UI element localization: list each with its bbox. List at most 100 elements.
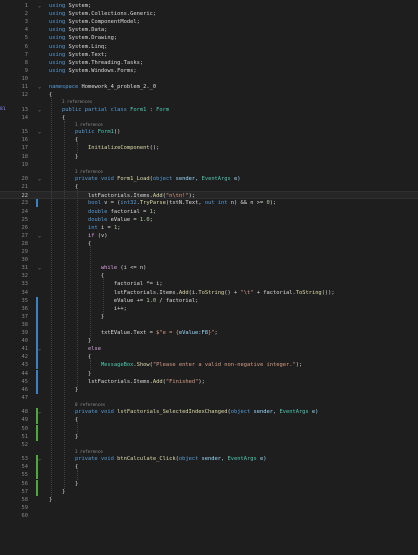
code-text[interactable]: }: [49, 337, 91, 345]
fold-chevron-icon[interactable]: ⌄: [38, 83, 44, 91]
code-text[interactable]: private void Form1_Load(object sender, E…: [49, 175, 241, 183]
code-line[interactable]: 41 ⌄ else: [0, 345, 418, 354]
code-text[interactable]: using System.Linq;: [49, 43, 107, 51]
code-line[interactable]: 31 ⌄ while (i <= n): [0, 264, 418, 272]
code-line[interactable]: 9 using System.Windows.Forms;: [0, 67, 418, 75]
code-line[interactable]: 36 i++;: [0, 304, 418, 313]
code-text[interactable]: using System.Windows.Forms;: [49, 67, 137, 75]
code-line[interactable]: 38: [0, 320, 418, 329]
code-line[interactable]: 21 {: [0, 183, 418, 191]
code-text[interactable]: using System.Text;: [49, 51, 107, 59]
code-editor[interactable]: 1 ⌄ using System; 2 using System.Collections…: [0, 0, 418, 555]
code-text[interactable]: using System.Data;: [49, 26, 107, 34]
code-line[interactable]: 48 ⌄ private void lstFactorials_SelectedI…: [0, 408, 418, 417]
code-line[interactable]: 15 ⌄ public Form1(): [0, 128, 418, 136]
code-text[interactable]: factorial *= i;: [49, 280, 163, 288]
code-line[interactable]: 81 13 ⌄ public partial class Form1 : Form: [0, 106, 418, 114]
code-line[interactable]: 60: [0, 512, 418, 520]
code-line[interactable]: 49 {: [0, 416, 418, 425]
code-line[interactable]: 35 eValue += 1.0 / factorial;: [0, 296, 418, 305]
code-line[interactable]: 19: [0, 161, 418, 169]
fold-chevron-icon[interactable]: ⌄: [38, 175, 44, 183]
code-text[interactable]: eValue += 1.0 / factorial;: [49, 297, 198, 305]
code-line[interactable]: 14 {: [0, 114, 418, 122]
codelens-references[interactable]: 1 reference: [0, 122, 418, 128]
code-text[interactable]: lstFactorials.Items.Add(i.ToString() + "…: [49, 289, 335, 297]
codelens-label[interactable]: 1 reference: [75, 449, 103, 455]
code-text[interactable]: public partial class Form1 : Form: [49, 106, 169, 114]
code-text[interactable]: using System;: [49, 2, 91, 10]
fold-chevron-icon[interactable]: ⌄: [38, 232, 44, 240]
code-line[interactable]: 33 factorial *= i;: [0, 280, 418, 288]
fold-chevron-icon[interactable]: ⌄: [38, 264, 44, 272]
code-line[interactable]: 3 using System.ComponentModel;: [0, 18, 418, 26]
code-text[interactable]: double factorial = 1;: [49, 208, 156, 216]
code-line[interactable]: 12{: [0, 91, 418, 99]
code-text[interactable]: namespace Homework_4_problem_2._0: [49, 83, 156, 91]
codelens-references[interactable]: 3 references: [0, 99, 418, 105]
code-line[interactable]: 46 }: [0, 385, 418, 394]
code-line[interactable]: 25 double eValue = 1.0;: [0, 216, 418, 224]
code-line[interactable]: 52: [0, 441, 418, 449]
code-line[interactable]: 23 bool v = (int32.TryParse(txtN.Text, o…: [0, 199, 418, 208]
code-line[interactable]: 26 int i = 1;: [0, 224, 418, 232]
code-line[interactable]: 27 ⌄ if (v): [0, 232, 418, 240]
code-text[interactable]: }: [49, 370, 91, 378]
code-line[interactable]: 6 using System.Linq;: [0, 43, 418, 51]
fold-chevron-icon[interactable]: ⌄: [38, 106, 44, 114]
codelens-label[interactable]: 3 references: [62, 99, 92, 105]
code-line[interactable]: 8 using System.Threading.Tasks;: [0, 59, 418, 67]
fold-chevron-icon[interactable]: ⌄: [38, 408, 44, 416]
code-text[interactable]: lstFactorials.Items.Add("Finished");: [49, 378, 205, 386]
code-text[interactable]: using System.Threading.Tasks;: [49, 59, 143, 67]
code-text[interactable]: int i = 1;: [49, 224, 120, 232]
code-text[interactable]: using System.Drawing;: [49, 34, 117, 42]
code-line[interactable]: 54 {: [0, 463, 418, 472]
codelens-references[interactable]: 1 reference: [0, 449, 418, 455]
code-line[interactable]: 51 }: [0, 432, 418, 441]
code-line[interactable]: 1 ⌄ using System;: [0, 2, 418, 10]
code-line[interactable]: 57 }: [0, 487, 418, 496]
code-line[interactable]: 4 using System.Data;: [0, 26, 418, 34]
code-line[interactable]: 5 using System.Drawing;: [0, 34, 418, 42]
fold-chevron-icon[interactable]: ⌄: [38, 128, 44, 136]
code-line[interactable]: 44 }: [0, 369, 418, 378]
code-line[interactable]: 2 using System.Collections.Generic;: [0, 10, 418, 18]
code-text[interactable]: {: [49, 240, 91, 248]
code-line[interactable]: 30: [0, 256, 418, 264]
code-line[interactable]: 20 ⌄ private void Form1_Load(object sende…: [0, 175, 418, 183]
code-line[interactable]: 29: [0, 248, 418, 256]
code-line[interactable]: 11 ⌄ namespace Homework_4_problem_2._0: [0, 83, 418, 91]
code-line[interactable]: 10: [0, 75, 418, 83]
code-text[interactable]: {: [49, 353, 91, 361]
codelens-references[interactable]: 1 reference: [0, 169, 418, 175]
gutter-marker[interactable]: 81: [0, 106, 10, 114]
code-text[interactable]: private void btnCalculate_Click(object s…: [49, 455, 267, 463]
code-line[interactable]: 43 MessageBox.Show("Please enter a valid…: [0, 361, 418, 370]
code-text[interactable]: i++;: [49, 305, 127, 313]
code-line[interactable]: 53 ⌄ private void btnCalculate_Click(obje…: [0, 455, 418, 464]
code-text[interactable]: }: [49, 496, 52, 504]
code-line[interactable]: 28 {: [0, 240, 418, 248]
code-line[interactable]: 37 }: [0, 312, 418, 321]
code-text[interactable]: using System.ComponentModel;: [49, 18, 140, 26]
code-line[interactable]: 58}: [0, 496, 418, 504]
code-line[interactable]: 45 lstFactorials.Items.Add("Finished");: [0, 377, 418, 386]
code-text[interactable]: MessageBox.Show("Please enter a valid no…: [49, 361, 302, 369]
code-line[interactable]: 7 using System.Text;: [0, 51, 418, 59]
code-line[interactable]: 34 lstFactorials.Items.Add(i.ToString() …: [0, 289, 418, 297]
codelens-label[interactable]: 0 references: [75, 402, 105, 408]
current-line[interactable]: 22 lstFactorials.Items.Add("n\tn!");: [0, 191, 418, 200]
code-line[interactable]: 55: [0, 471, 418, 480]
code-text[interactable]: txtEValue.Text = $"e = {eValue:F8}";: [49, 329, 218, 337]
code-text[interactable]: InitializeComponent();: [49, 144, 159, 152]
fold-chevron-icon[interactable]: ⌄: [38, 2, 44, 10]
code-text[interactable]: using System.Collections.Generic;: [49, 10, 156, 18]
code-line[interactable]: 50: [0, 424, 418, 433]
code-line[interactable]: 42 {: [0, 353, 418, 362]
code-line[interactable]: 47: [0, 394, 418, 402]
code-line[interactable]: 56 }: [0, 479, 418, 488]
codelens-label[interactable]: 1 reference: [75, 169, 103, 175]
code-line[interactable]: 59: [0, 504, 418, 512]
code-line[interactable]: 17 InitializeComponent();: [0, 144, 418, 152]
